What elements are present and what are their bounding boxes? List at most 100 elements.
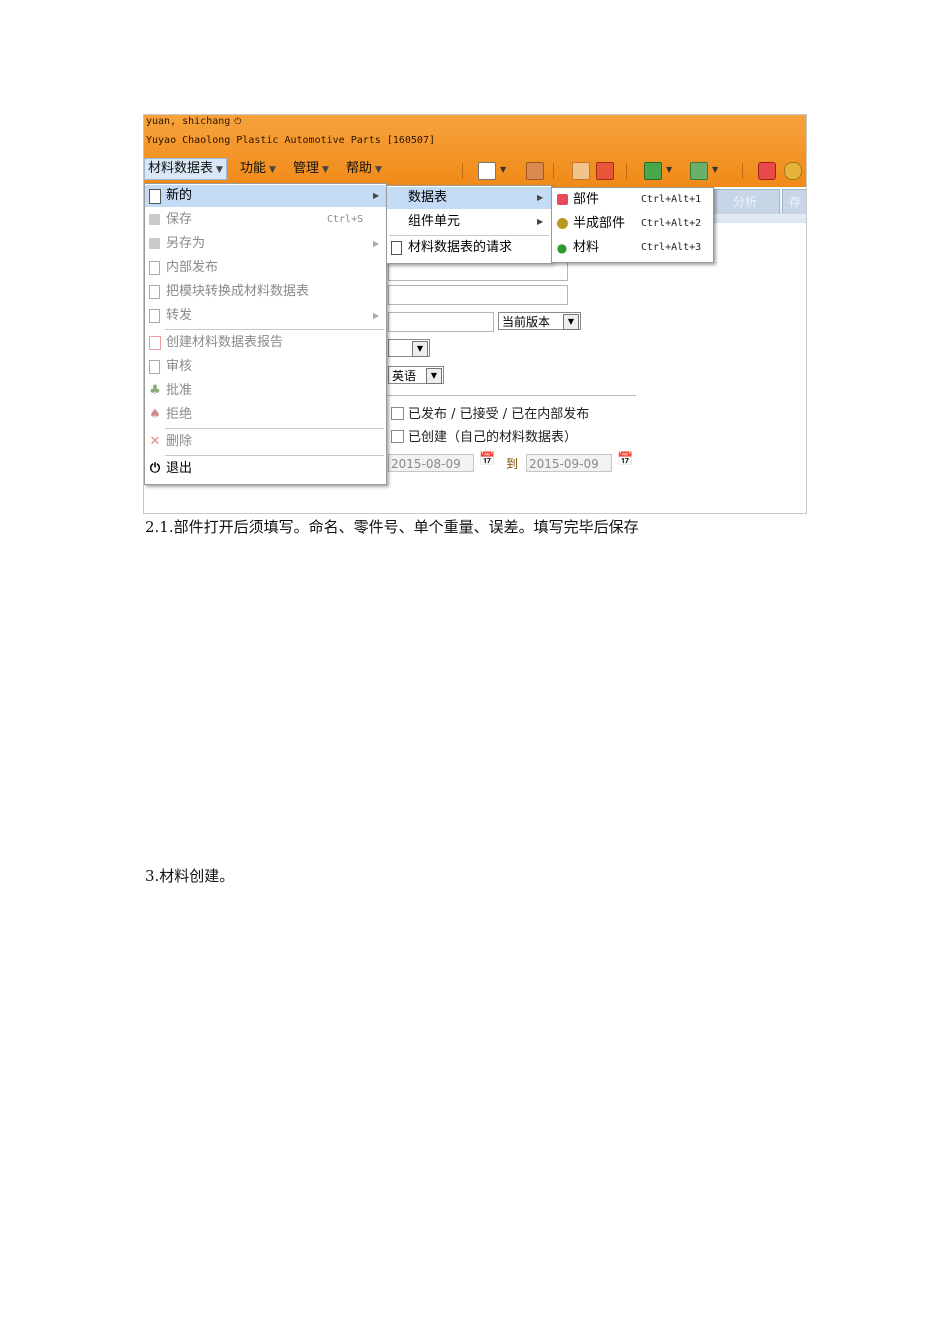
save-toolbar-icon[interactable] [526, 162, 544, 180]
semi-component-icon [557, 218, 568, 229]
submenu-arrow-icon: ▶ [537, 193, 544, 202]
upload-icon[interactable] [690, 162, 708, 180]
user-name: yuan, shichang ⏻ [146, 116, 241, 127]
chevron-down-icon[interactable]: ▼ [500, 162, 508, 178]
menu-item-label: 另存为 [166, 236, 206, 251]
submenu-arrow-icon: ▶ [373, 239, 380, 248]
submenu-item-component[interactable]: 部件 Ctrl+Alt+1 [552, 189, 713, 211]
menu-help[interactable]: 帮助 ▼ [346, 159, 382, 179]
power-icon: ⏻ [149, 461, 161, 476]
menu-item-create-report[interactable]: 创建材料数据表报告 [145, 332, 386, 354]
material-datasheet-menu: 新的 ▶ 保存 Ctrl+S 另存为 ▶ 内部发布 把模块转换成材料数据表 转发… [144, 183, 387, 485]
version-select-value: 当前版本 [502, 315, 551, 329]
material-icon: ● [556, 241, 568, 255]
new-file-icon[interactable] [478, 162, 496, 180]
new-document-icon [149, 189, 161, 204]
date-to-field[interactable]: 2015-09-09 [526, 454, 612, 472]
menu-item-label: 内部发布 [166, 260, 219, 275]
text-field[interactable] [388, 261, 568, 281]
divider [388, 395, 636, 396]
menu-label: 帮助 [346, 161, 373, 176]
menu-item-save-as[interactable]: 另存为 ▶ [145, 233, 386, 255]
toolbar-separator [626, 163, 627, 179]
menu-item-label: 保存 [166, 212, 193, 227]
internal-publish-icon [149, 261, 160, 275]
submenu-item-datasheet[interactable]: 数据表 ▶ [387, 187, 551, 209]
menu-label: 材料数据表 [148, 161, 214, 176]
published-checkbox-label: 已发布 / 已接受 / 已在内部发布 [408, 407, 590, 422]
report-icon[interactable] [596, 162, 614, 180]
company-name: Yuyao Chaolong Plastic Automotive Parts … [146, 135, 435, 146]
menu-item-label: 退出 [166, 461, 193, 476]
menu-item-delete[interactable]: ✕ 删除 [145, 431, 386, 453]
chevron-down-icon[interactable]: ▼ [563, 314, 579, 330]
menu-item-review[interactable]: 审核 [145, 356, 386, 378]
menu-item-label: 拒绝 [166, 407, 193, 422]
tab-next[interactable]: 存 [782, 189, 806, 214]
component-cube-icon[interactable] [758, 162, 776, 180]
text-field[interactable] [388, 285, 568, 305]
menu-separator [165, 329, 384, 330]
menu-item-label: 创建材料数据表报告 [166, 335, 284, 350]
created-checkbox[interactable] [391, 430, 404, 443]
shortcut-text: Ctrl+Alt+2 [641, 218, 702, 229]
menu-label: 管理 [293, 161, 320, 176]
menu-item-approve[interactable]: ♣ 批准 [145, 380, 386, 402]
datasheet-submenu: 部件 Ctrl+Alt+1 半成部件 Ctrl+Alt+2 ● 材料 Ctrl+… [551, 187, 714, 263]
menu-functions[interactable]: 功能 ▼ [240, 159, 276, 179]
app-header-bar: yuan, shichang ⏻ Yuyao Chaolong Plastic A… [144, 115, 806, 187]
date-from-field[interactable]: 2015-08-09 [388, 454, 474, 472]
menu-item-internal-publish[interactable]: 内部发布 [145, 257, 386, 279]
menu-item-label: 删除 [166, 434, 193, 449]
menu-item-save[interactable]: 保存 Ctrl+S [145, 209, 386, 231]
dropdown-select[interactable]: ▼ [388, 339, 430, 357]
menu-item-label: 审核 [166, 359, 193, 374]
caption-step-2-1: 2.1.部件打开后须填写。命名、零件号、单个重量、误差。填写完毕后保存 [145, 518, 639, 536]
menu-item-new[interactable]: 新的 ▶ [145, 185, 386, 207]
menu-item-forward[interactable]: 转发 ▶ [145, 305, 386, 327]
submenu-item-request[interactable]: 材料数据表的请求 [387, 237, 551, 259]
chevron-down-icon[interactable]: ▼ [426, 368, 442, 384]
shortcut-text: Ctrl+Alt+3 [641, 242, 702, 253]
menu-separator [165, 455, 384, 456]
request-icon [391, 241, 402, 255]
delete-icon: ✕ [149, 434, 161, 449]
menu-item-label: 新的 [166, 188, 193, 203]
chevron-down-icon[interactable]: ▼ [712, 162, 720, 178]
download-icon[interactable] [644, 162, 662, 180]
toolbar-separator [742, 163, 743, 179]
logout-icon[interactable]: ⏻ [234, 117, 241, 127]
save-icon [149, 214, 160, 225]
menu-item-label: 数据表 [408, 190, 448, 205]
menu-item-exit[interactable]: ⏻ 退出 [145, 458, 386, 480]
toolbar-separator [462, 163, 463, 179]
menu-material-datasheet[interactable]: 材料数据表 ▼ [144, 158, 227, 180]
calendar-icon[interactable]: 📅 [479, 452, 495, 467]
chevron-down-icon[interactable]: ▼ [666, 162, 674, 178]
published-checkbox[interactable] [391, 407, 404, 420]
submenu-arrow-icon: ▶ [537, 217, 544, 226]
version-select[interactable]: 当前版本 ▼ [498, 312, 581, 330]
toolbar-separator [553, 163, 554, 179]
user-name-text: yuan, shichang [146, 116, 231, 127]
language-select[interactable]: 英语 ▼ [388, 366, 444, 384]
date-range-to-label: 到 [506, 457, 519, 471]
text-field[interactable] [388, 312, 494, 332]
edit-document-icon[interactable] [572, 162, 590, 180]
chevron-down-icon[interactable]: ▼ [412, 341, 428, 357]
menu-admin[interactable]: 管理 ▼ [293, 159, 329, 179]
menu-item-label: 批准 [166, 383, 193, 398]
menu-item-convert-module[interactable]: 把模块转换成材料数据表 [145, 281, 386, 303]
menu-item-label: 转发 [166, 308, 193, 323]
language-select-value: 英语 [392, 369, 417, 383]
shortcut-text: Ctrl+Alt+1 [641, 194, 702, 205]
tab-analysis[interactable]: 分析 [710, 189, 780, 214]
submenu-item-semi-component[interactable]: 半成部件 Ctrl+Alt+2 [552, 213, 713, 235]
semi-component-sphere-icon[interactable] [784, 162, 802, 180]
submenu-item-material[interactable]: ● 材料 Ctrl+Alt+3 [552, 237, 713, 259]
menu-item-reject[interactable]: ♠ 拒绝 [145, 404, 386, 426]
reject-icon: ♠ [149, 407, 161, 422]
approve-icon: ♣ [149, 383, 161, 398]
calendar-icon[interactable]: 📅 [617, 452, 633, 467]
submenu-item-component-unit[interactable]: 组件单元 ▶ [387, 211, 551, 233]
